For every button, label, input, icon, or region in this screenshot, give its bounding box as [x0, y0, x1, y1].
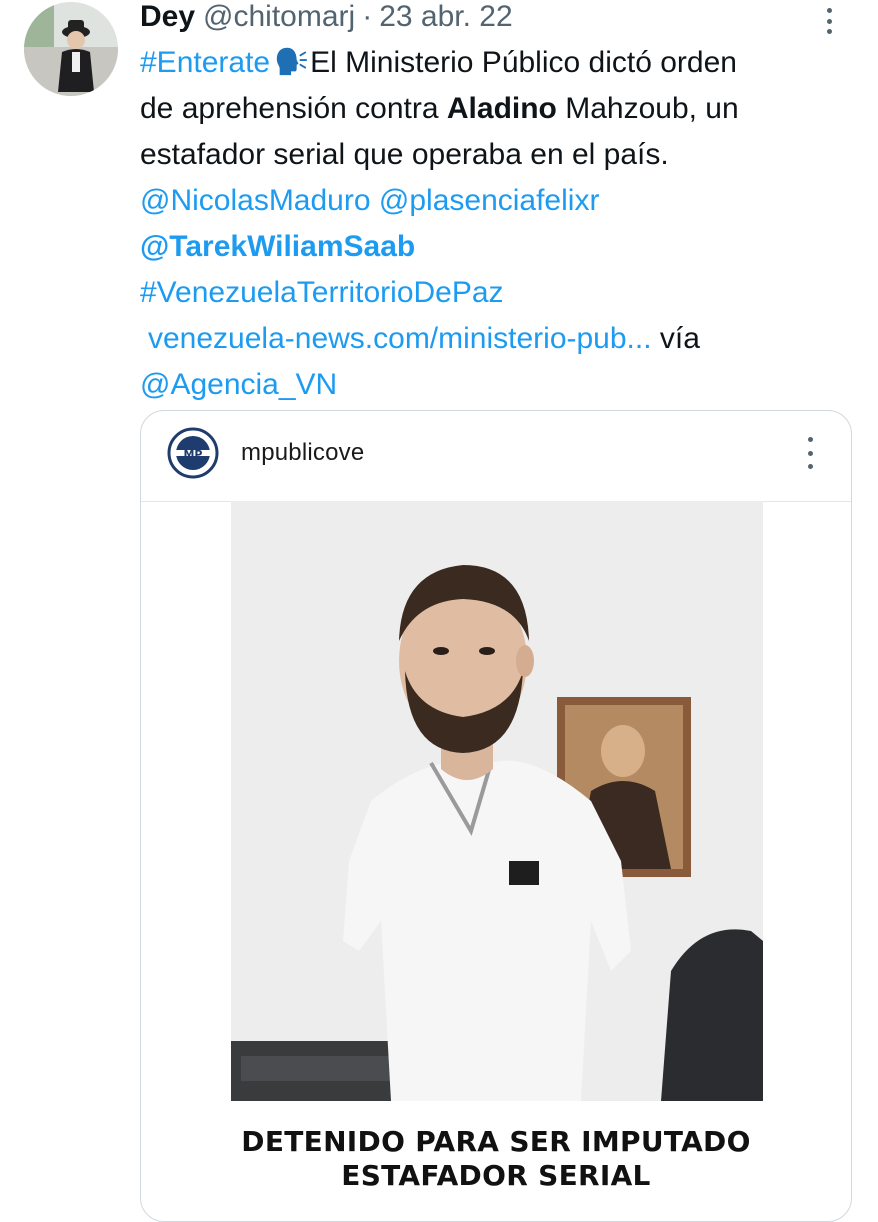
separator-dot: · [362, 0, 373, 33]
card-username[interactable]: mpublicove [241, 439, 364, 467]
mention-nicolasmaduro[interactable]: @NicolasMaduro [140, 184, 371, 217]
author-handle[interactable]: @chitomarj [203, 0, 355, 34]
avatar-image [24, 2, 118, 96]
photo-image [231, 501, 763, 1101]
tweet-header: Dey @chitomarj · 23 abr. 22 [140, 0, 513, 40]
tweet-line-8: @Agencia_VN [140, 362, 860, 408]
mention-tarekwiliamsaab[interactable]: @TarekWiliamSaab [140, 230, 415, 263]
tweet-line-6: #VenezuelaTerritorioDePaz [140, 270, 860, 316]
highlighted-name: Aladino [446, 92, 557, 125]
tweet-line-4: @NicolasMaduro @plasenciafelixr [140, 178, 860, 224]
tweet-line-2: de aprehensión contra Aladino Mahzoub, u… [140, 86, 860, 132]
tweet-line-5: @TarekWiliamSaab [140, 224, 860, 270]
tweet-text: #Enterate El Ministerio Público dictó or… [140, 40, 860, 408]
tweet[interactable]: Dey @chitomarj · 23 abr. 22 #Enterate El… [0, 0, 878, 1222]
card-more-options-icon[interactable] [805, 437, 815, 469]
caption-line-1: DETENIDO PARA SER IMPUTADO [241, 1125, 751, 1158]
speaking-head-icon [276, 47, 308, 76]
user-avatar[interactable] [24, 2, 118, 96]
via-text: vía [651, 322, 700, 355]
detainee-photo[interactable] [231, 501, 763, 1101]
mention-plasenciafelixr[interactable]: @plasenciafelixr [379, 184, 600, 217]
article-link[interactable]: venezuela-news.com/ministerio-pub... [148, 322, 652, 355]
ministerio-publico-logo: MP [167, 427, 219, 479]
card-header: MP mpublicove [141, 411, 851, 502]
tweet-line-1: #Enterate El Ministerio Público dictó or… [140, 40, 860, 86]
hashtag-venezuela[interactable]: #VenezuelaTerritorioDePaz [140, 276, 504, 309]
author-name[interactable]: Dey [140, 0, 195, 34]
line2-start: de aprehensión contra [140, 92, 447, 125]
media-card[interactable]: MP mpublicove DETENIDO PARA SER IMPUTADO… [140, 410, 852, 1222]
more-options-icon[interactable] [818, 4, 840, 38]
line2-end: Mahzoub, un [556, 92, 739, 125]
tweet-line-3: estafador serial que operaba en el país. [140, 138, 669, 171]
tweet-line-7: venezuela-news.com/ministerio-pub... vía [140, 316, 860, 362]
caption-line-2: ESTAFADOR SERIAL [341, 1159, 651, 1192]
line1-rest: El Ministerio Público dictó orden [310, 46, 737, 79]
mention-agencia-vn[interactable]: @Agencia_VN [140, 368, 337, 401]
hashtag-enterate[interactable]: #Enterate [140, 46, 270, 79]
tweet-date[interactable]: 23 abr. 22 [379, 0, 512, 34]
svg-text:MP: MP [183, 448, 202, 461]
photo-caption: DETENIDO PARA SER IMPUTADO ESTAFADOR SER… [141, 1125, 851, 1193]
